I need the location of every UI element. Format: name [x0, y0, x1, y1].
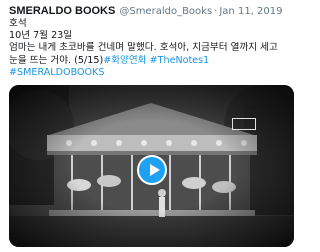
hashtag-link[interactable]: #SMERALDOBOOKS [9, 67, 295, 79]
separator-dot: · [214, 6, 218, 17]
tweet-date[interactable]: Jan 11, 2019 [219, 6, 282, 17]
tweet: SMERALDO BOOKS @Smeraldo_Books · Jan 11, 20… [0, 0, 300, 252]
tweet-line: 호석 [9, 18, 27, 29]
author-handle[interactable]: @Smeraldo_Books [119, 6, 212, 17]
hashtag-link[interactable]: #화양연화 [103, 55, 146, 66]
tweet-line-with-hashtags: 눈을 뜨는 거야. (5/15)#화양연화 #TheNotes1 [9, 55, 295, 67]
video-player[interactable] [9, 85, 294, 247]
tweet-line: 10년 7월 23일 [9, 30, 73, 42]
play-icon[interactable] [137, 155, 167, 185]
video-watermark-logo [232, 118, 256, 130]
tweet-line: 눈을 뜨는 거야. (5/15) [9, 54, 104, 66]
tweet-header: SMERALDO BOOKS @Smeraldo_Books · Jan 11, 20… [9, 4, 295, 18]
tweet-text: 호석 10년 7월 23일 엄마는 내게 초코바를 건네며 말했다. 호석아, … [9, 18, 295, 79]
tweet-line: 엄마는 내게 초코바를 건네며 말했다. 호석아, 지금부터 열까지 세고 [9, 42, 278, 54]
hashtag-link[interactable]: #TheNotes1 [150, 55, 210, 66]
author-name[interactable]: SMERALDO BOOKS [9, 5, 115, 17]
